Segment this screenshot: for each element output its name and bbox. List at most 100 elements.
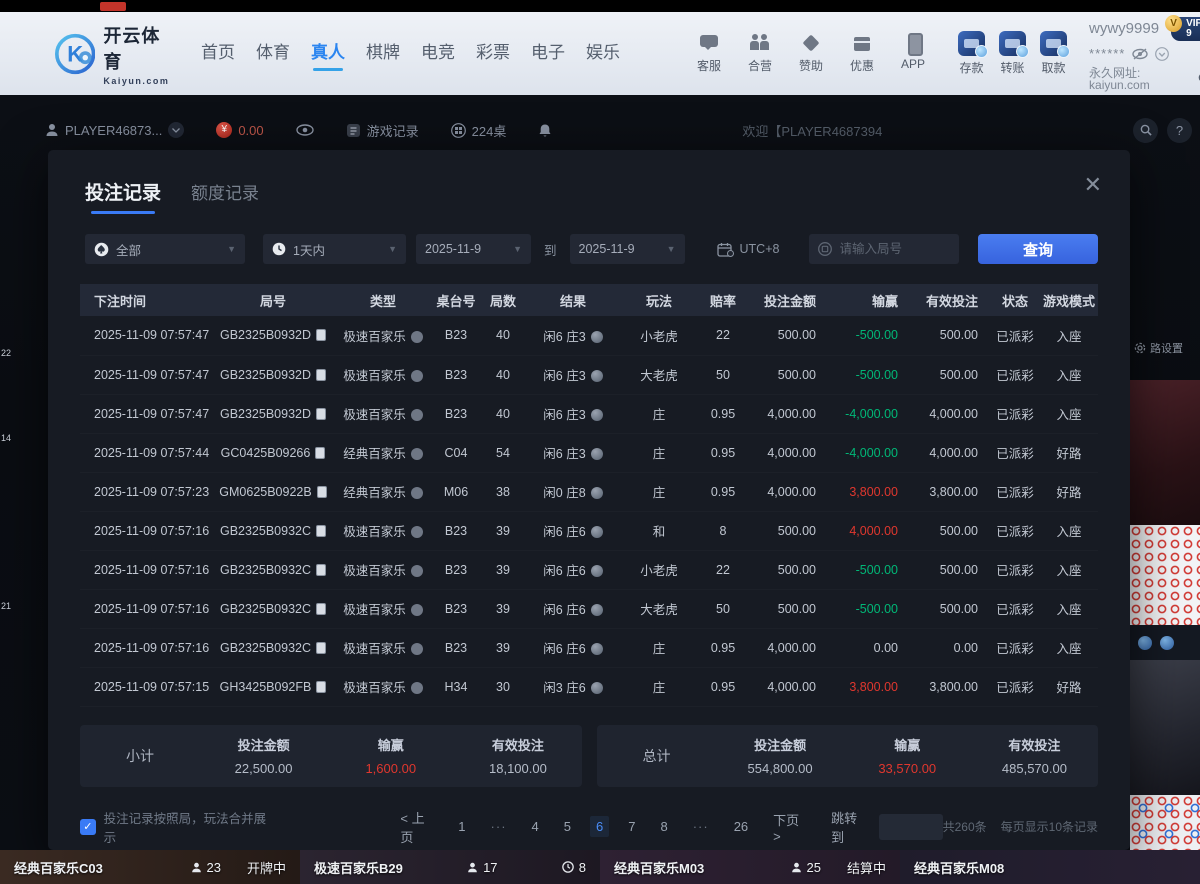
result-icon[interactable]	[591, 448, 603, 460]
table-row[interactable]: 2025-11-09 07:57:15 GH3425B092FB 极速百家乐 H…	[80, 667, 1098, 706]
copy-icon[interactable]	[316, 564, 326, 576]
close-icon[interactable]: ✕	[1084, 174, 1102, 196]
table-row[interactable]: 2025-11-09 07:57:44 GC0425B09266 经典百家乐 C…	[80, 433, 1098, 472]
round-search-input[interactable]	[839, 242, 949, 256]
balance-display[interactable]: ¥ 0.00	[216, 122, 263, 138]
game-type-select[interactable]: 全部 ▼	[85, 234, 245, 264]
copy-icon[interactable]	[316, 525, 326, 537]
date-from-picker[interactable]: 2025-11-9 ▼	[416, 234, 531, 264]
copy-icon[interactable]	[316, 681, 326, 693]
prev-page-button[interactable]: < 上页	[394, 805, 439, 849]
copy-icon[interactable]	[316, 329, 326, 341]
eye-icon[interactable]	[296, 124, 314, 136]
result-icon[interactable]	[591, 370, 603, 382]
page-number[interactable]: 6	[590, 816, 609, 837]
info-icon[interactable]	[411, 565, 423, 577]
wallet-action-button[interactable]: 存款	[958, 31, 985, 76]
tables-button[interactable]: 224桌	[451, 121, 507, 140]
copy-icon[interactable]	[316, 408, 326, 420]
table-row[interactable]: 2025-11-09 07:57:47 GB2325B0932D 极速百家乐 B…	[80, 355, 1098, 394]
info-icon[interactable]	[411, 682, 423, 694]
copy-icon[interactable]	[316, 603, 326, 615]
result-icon[interactable]	[591, 682, 603, 694]
table-row[interactable]: 2025-11-09 07:57:16 GB2325B0932C 极速百家乐 B…	[80, 628, 1098, 667]
info-icon[interactable]	[411, 370, 423, 382]
merge-display-checkbox[interactable]: ✓	[80, 819, 96, 835]
player-account[interactable]: PLAYER46873...	[45, 122, 184, 138]
table-video-card[interactable]: 经典百家乐M03 25 结算中	[600, 850, 900, 884]
nav-item[interactable]: 体育	[256, 38, 290, 69]
round-search-field[interactable]	[809, 234, 959, 264]
search-icon[interactable]	[1133, 118, 1158, 143]
chevron-down-icon[interactable]	[1155, 47, 1169, 61]
chevron-down-icon[interactable]	[168, 122, 184, 138]
table-row[interactable]: 2025-11-09 07:57:16 GB2325B0932C 极速百家乐 B…	[80, 589, 1098, 628]
result-icon[interactable]	[591, 565, 603, 577]
result-icon[interactable]	[591, 643, 603, 655]
copy-icon[interactable]	[315, 447, 325, 459]
info-icon[interactable]	[411, 604, 423, 616]
time-range-select[interactable]: 1天内 ▼	[263, 234, 406, 264]
info-icon[interactable]	[411, 409, 423, 421]
quick-action-button[interactable]: 合营	[743, 33, 777, 74]
nav-item[interactable]: 棋牌	[366, 38, 400, 69]
wallet-action-button[interactable]: 转账	[999, 31, 1026, 76]
table-video-card[interactable]: 经典百家乐C03 23 开牌中	[0, 850, 300, 884]
info-icon[interactable]	[411, 331, 423, 343]
nav-item[interactable]: 娱乐	[586, 38, 620, 69]
username[interactable]: wywy9999	[1089, 21, 1159, 36]
tab[interactable]: 投注记录	[85, 178, 161, 214]
info-icon[interactable]	[411, 643, 423, 655]
control-icon[interactable]	[1160, 636, 1174, 650]
result-icon[interactable]	[591, 409, 603, 421]
info-icon[interactable]	[411, 448, 423, 460]
page-number[interactable]: 4	[526, 816, 545, 837]
table-video-card[interactable]: 极速百家乐B29 17 8	[300, 850, 600, 884]
copy-icon[interactable]	[317, 486, 327, 498]
page-number[interactable]: 5	[558, 816, 577, 837]
dealer-video-thumbnail[interactable]	[1130, 660, 1200, 795]
page-number[interactable]: 1	[452, 816, 471, 837]
quick-action-button[interactable]: 客服	[692, 33, 726, 74]
jump-to-input[interactable]	[879, 814, 943, 840]
table-row[interactable]: 2025-11-09 07:57:16 GB2325B0932C 极速百家乐 B…	[80, 550, 1098, 589]
result-icon[interactable]	[591, 604, 603, 616]
quick-action-button[interactable]: 赞助	[794, 33, 828, 74]
logo[interactable]: K 开云体育 Kaiyun.com	[55, 22, 173, 86]
game-records-button[interactable]: 游戏记录	[346, 121, 419, 140]
bell-icon[interactable]	[538, 123, 552, 138]
info-icon[interactable]	[411, 487, 423, 499]
page-number[interactable]: ···	[687, 816, 715, 837]
table-video-card[interactable]: 经典百家乐M08	[900, 850, 1200, 884]
roadmap-panel[interactable]	[1130, 525, 1200, 625]
nav-item[interactable]: 首页	[201, 38, 235, 69]
copy-icon[interactable]	[316, 369, 326, 381]
result-icon[interactable]	[591, 331, 603, 343]
dealer-video-thumbnail[interactable]	[1130, 380, 1200, 525]
help-icon[interactable]: ?	[1167, 118, 1192, 143]
query-button[interactable]: 查询	[978, 234, 1098, 264]
info-icon[interactable]	[411, 526, 423, 538]
nav-item[interactable]: 真人	[311, 38, 345, 69]
tab[interactable]: 额度记录	[191, 179, 259, 213]
control-icon[interactable]	[1138, 636, 1152, 650]
quick-action-button[interactable]: APP	[896, 33, 930, 74]
nav-item[interactable]: 电子	[531, 38, 565, 69]
result-icon[interactable]	[591, 487, 603, 499]
timezone-display[interactable]: UTC+8	[717, 242, 780, 257]
nav-item[interactable]: 电竞	[421, 38, 455, 69]
eye-off-icon[interactable]	[1132, 48, 1148, 60]
table-row[interactable]: 2025-11-09 07:57:16 GB2325B0932C 极速百家乐 B…	[80, 511, 1098, 550]
table-row[interactable]: 2025-11-09 07:57:47 GB2325B0932D 极速百家乐 B…	[80, 316, 1098, 355]
result-icon[interactable]	[591, 526, 603, 538]
road-settings[interactable]: 路设置	[1134, 340, 1183, 356]
date-to-picker[interactable]: 2025-11-9 ▼	[570, 234, 685, 264]
page-number[interactable]: 8	[654, 816, 673, 837]
table-row[interactable]: 2025-11-09 07:57:47 GB2325B0932D 极速百家乐 B…	[80, 394, 1098, 433]
next-page-button[interactable]: 下页 >	[767, 807, 812, 847]
quick-action-button[interactable]: 优惠	[845, 33, 879, 74]
wallet-action-button[interactable]: 取款	[1040, 31, 1067, 76]
nav-item[interactable]: 彩票	[476, 38, 510, 69]
page-number[interactable]: 26	[728, 816, 754, 837]
page-number[interactable]: 7	[622, 816, 641, 837]
